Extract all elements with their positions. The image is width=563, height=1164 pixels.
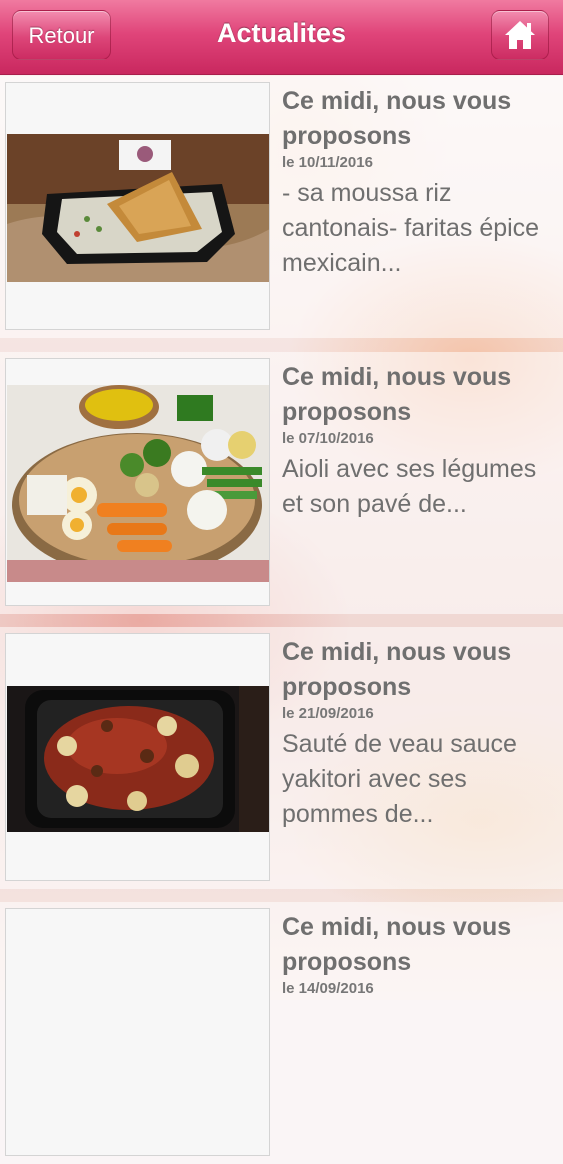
news-item[interactable]: Ce midi, nous vous proposons le 07/10/20… <box>0 352 563 614</box>
news-title: Ce midi, nous vous proposons <box>282 87 512 150</box>
news-excerpt: - sa moussa riz cantonais- faritas épice… <box>282 179 540 277</box>
news-thumbnail <box>5 82 270 330</box>
news-thumbnail <box>5 908 270 1156</box>
news-date: le 10/11/2016 <box>282 154 373 171</box>
news-date: le 14/09/2016 <box>282 980 374 997</box>
home-icon <box>505 21 535 49</box>
news-title: Ce midi, nous vous proposons <box>282 638 512 701</box>
news-excerpt: Aioli avec ses légumes et son pavé de... <box>282 455 537 518</box>
aioli-vegetable-platter-photo <box>7 385 269 582</box>
news-title: Ce midi, nous vous proposons <box>282 913 512 976</box>
news-title: Ce midi, nous vous proposons <box>282 363 512 426</box>
page-title: Actualites <box>216 18 347 48</box>
news-item[interactable]: Ce midi, nous vous proposons le 14/09/20… <box>0 902 563 1164</box>
header-bar: Retour Actualites <box>0 0 563 75</box>
news-item[interactable]: Ce midi, nous vous proposons le 10/11/20… <box>0 76 563 338</box>
home-button[interactable] <box>491 10 549 60</box>
veal-saute-photo <box>7 686 269 832</box>
news-excerpt: Sauté de veau sauce yakitori avec ses po… <box>282 730 517 828</box>
news-item[interactable]: Ce midi, nous vous proposons le 21/09/20… <box>0 627 563 889</box>
news-date: le 07/10/2016 <box>282 430 374 447</box>
news-date: le 21/09/2016 <box>282 705 374 722</box>
news-thumbnail <box>5 358 270 606</box>
dish-rice-samosa-photo <box>7 134 269 282</box>
news-thumbnail <box>5 633 270 881</box>
